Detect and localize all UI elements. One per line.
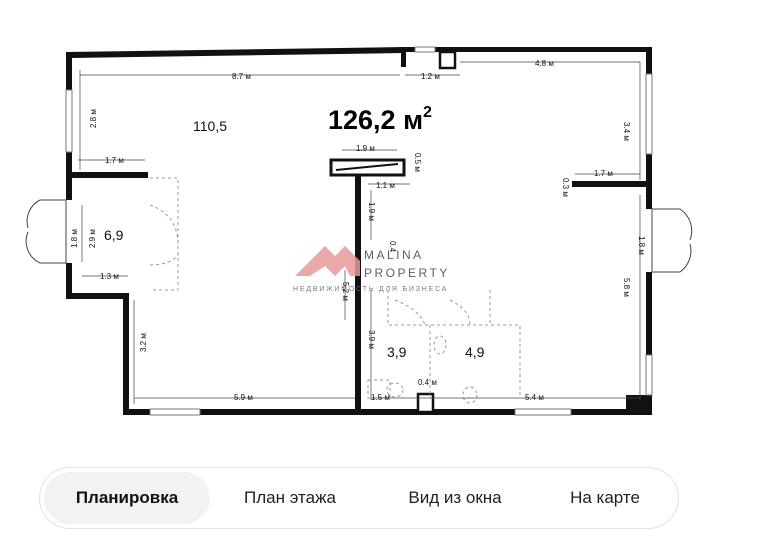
floor-plan: MALINA PROPERTY НЕДВИЖИМОСТЬ ДЛЯ БИЗНЕСА… bbox=[0, 0, 767, 445]
dim-label: 5.8 м bbox=[622, 278, 631, 297]
dim-label: 1.8 м bbox=[70, 229, 79, 248]
dim-label: 0.3 м bbox=[561, 178, 570, 197]
watermark: MALINA PROPERTY НЕДВИЖИМОСТЬ ДЛЯ БИЗНЕСА bbox=[293, 246, 450, 293]
tab-map[interactable]: На карте bbox=[545, 472, 665, 524]
room-area-main: 110,5 bbox=[193, 118, 227, 134]
view-tabs: Планировка План этажа Вид из окна На кар… bbox=[39, 467, 679, 529]
dim-label: 1.3 м bbox=[100, 272, 119, 281]
dim-label: 2.8 м bbox=[89, 109, 98, 128]
watermark-logo bbox=[295, 246, 360, 276]
dim-label: 5.9 м bbox=[234, 393, 253, 402]
tab-floor-plan[interactable]: План этажа bbox=[220, 472, 360, 524]
floor-plan-drawing: MALINA PROPERTY НЕДВИЖИМОСТЬ ДЛЯ БИЗНЕСА… bbox=[25, 46, 693, 416]
dim-label: 1.9 м bbox=[356, 144, 375, 153]
room-area-wc2: 4,9 bbox=[465, 344, 485, 360]
room-area-vestibule: 6,9 bbox=[104, 227, 124, 243]
watermark-tagline: НЕДВИЖИМОСТЬ ДЛЯ БИЗНЕСА bbox=[293, 286, 448, 293]
dim-label: 8.7 м bbox=[232, 72, 251, 81]
dim-label: 0.5 м bbox=[413, 153, 422, 172]
dim-label: 1.1 м bbox=[376, 181, 395, 190]
watermark-brand-bottom: PROPERTY bbox=[364, 266, 450, 280]
dim-label: 4.8 м bbox=[535, 59, 554, 68]
dim-label: 1.9 м bbox=[367, 202, 376, 221]
dim-label: 0.4 bbox=[388, 241, 397, 253]
dim-label: 3.9 м bbox=[367, 330, 376, 349]
dim-label: 1.5 м bbox=[371, 393, 390, 402]
dim-label: 0.4 м bbox=[418, 378, 437, 387]
dim-label: 1.7 м bbox=[105, 156, 124, 165]
total-area: 126,2 м2 bbox=[328, 104, 432, 135]
dim-label: 5.4 м bbox=[525, 393, 544, 402]
room-area-wc1: 3,9 bbox=[387, 344, 407, 360]
dim-label: 3.2 м bbox=[139, 333, 148, 352]
dim-label: 1.8 м bbox=[637, 236, 646, 255]
dim-label: 1.7 м bbox=[594, 169, 613, 178]
tab-window-view[interactable]: Вид из окна bbox=[380, 472, 530, 524]
dim-label: 3.4 м bbox=[622, 122, 631, 141]
tab-layout[interactable]: Планировка bbox=[44, 472, 210, 524]
walls bbox=[66, 47, 652, 415]
dim-label: 1.2 м bbox=[421, 72, 440, 81]
dim-label: 5.2 м bbox=[341, 282, 350, 301]
dim-label: 2.9 м bbox=[88, 229, 97, 248]
